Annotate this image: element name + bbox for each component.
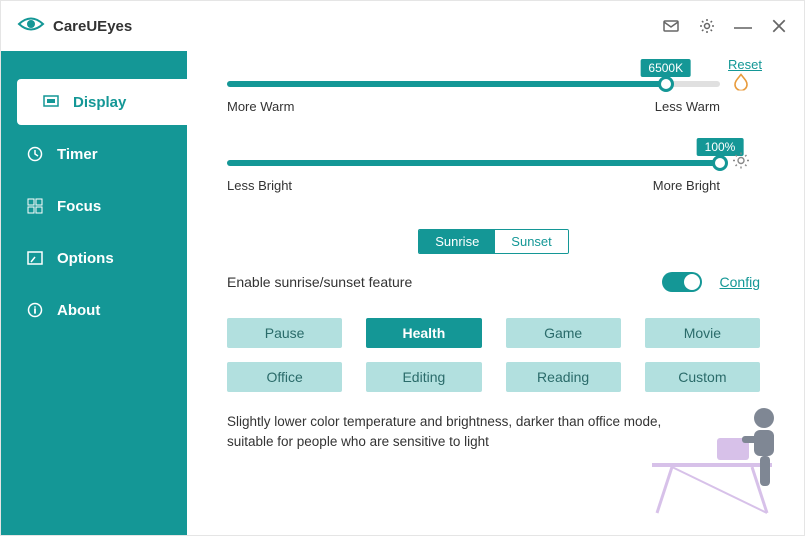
mode-editing[interactable]: Editing: [366, 362, 481, 392]
enable-feature-row: Enable sunrise/sunset feature Config: [227, 272, 760, 292]
gear-icon[interactable]: [698, 17, 716, 35]
content-panel: Reset 6500K More Warm Less Warm 100%: [187, 51, 804, 535]
sidebar-item-label: About: [57, 302, 100, 319]
sidebar-item-label: Display: [73, 94, 126, 111]
brightness-icon: [732, 152, 750, 175]
app-title: CareUEyes: [53, 18, 132, 35]
bright-right-label: More Bright: [653, 178, 720, 193]
close-button[interactable]: [770, 17, 788, 35]
options-icon: [27, 250, 43, 266]
mode-movie[interactable]: Movie: [645, 318, 760, 348]
minimize-button[interactable]: [734, 17, 752, 35]
sidebar-item-options[interactable]: Options: [1, 235, 187, 281]
mode-game[interactable]: Game: [506, 318, 621, 348]
brightness-block: 100% Less Bright More Bright: [227, 160, 760, 193]
color-temp-block: Reset 6500K More Warm Less Warm: [227, 81, 760, 114]
sidebar: Display Timer Focus Options About: [1, 51, 187, 535]
color-temp-slider[interactable]: [227, 81, 720, 87]
enable-label: Enable sunrise/sunset feature: [227, 274, 412, 290]
mode-description: Slightly lower color temperature and bri…: [227, 412, 697, 453]
sidebar-item-timer[interactable]: Timer: [1, 131, 187, 177]
mode-custom[interactable]: Custom: [645, 362, 760, 392]
sunrise-tab[interactable]: Sunrise: [419, 230, 495, 253]
titlebar: CareUEyes: [1, 1, 804, 51]
brightness-slider[interactable]: [227, 160, 720, 166]
sidebar-item-display[interactable]: Display: [17, 79, 187, 125]
app-window: CareUEyes Display Timer Focus: [0, 0, 805, 536]
temp-right-label: Less Warm: [655, 99, 720, 114]
sidebar-item-label: Focus: [57, 198, 101, 215]
mode-pause[interactable]: Pause: [227, 318, 342, 348]
eye-icon: [17, 15, 45, 38]
mode-reading[interactable]: Reading: [506, 362, 621, 392]
bright-left-label: Less Bright: [227, 178, 292, 193]
sidebar-item-label: Options: [57, 250, 114, 267]
sunrise-sunset-segmented: Sunrise Sunset: [227, 229, 760, 254]
sunset-tab[interactable]: Sunset: [495, 230, 567, 253]
temp-left-label: More Warm: [227, 99, 294, 114]
grid-icon: [27, 198, 43, 214]
enable-toggle[interactable]: [662, 272, 702, 292]
display-icon: [43, 94, 59, 110]
clock-icon: [27, 146, 43, 162]
sidebar-item-label: Timer: [57, 146, 98, 163]
info-icon: [27, 302, 43, 318]
slider-thumb[interactable]: [712, 155, 728, 171]
mode-office[interactable]: Office: [227, 362, 342, 392]
droplet-icon: [732, 73, 750, 96]
mail-icon[interactable]: [662, 17, 680, 35]
mode-grid: Pause Health Game Movie Office Editing Reading…: [227, 318, 760, 392]
sidebar-item-focus[interactable]: Focus: [1, 183, 187, 229]
temp-value-badge: 6500K: [640, 59, 691, 77]
slider-thumb[interactable]: [658, 76, 674, 92]
reset-link[interactable]: Reset: [728, 57, 762, 72]
app-logo: CareUEyes: [17, 15, 132, 38]
config-link[interactable]: Config: [720, 274, 760, 290]
mode-health[interactable]: Health: [366, 318, 481, 348]
titlebar-actions: [662, 17, 788, 35]
sidebar-item-about[interactable]: About: [1, 287, 187, 333]
